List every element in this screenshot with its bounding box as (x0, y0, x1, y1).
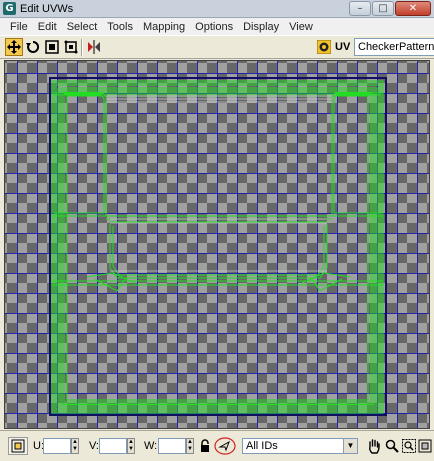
show-map-icon (317, 40, 331, 54)
chevron-down-icon: ▼ (343, 439, 357, 453)
texture-dropdown[interactable]: CheckerPattern ( C (354, 38, 434, 56)
menu-file[interactable]: File (5, 21, 33, 33)
menu-edit[interactable]: Edit (33, 21, 62, 33)
title-bar: G Edit UVWs – □ ✕ (0, 0, 434, 18)
close-button[interactable]: ✕ (395, 1, 431, 16)
show-map-button[interactable] (315, 38, 333, 56)
absolute-offset-icon (11, 439, 25, 453)
u-field[interactable] (43, 438, 71, 454)
menu-select[interactable]: Select (62, 21, 103, 33)
window-title: Edit UVWs (20, 2, 74, 15)
bottom-panel: U: ▲ ▼ V: ▲ ▼ W: ▲ ▼ All IDs ▼ (0, 430, 434, 461)
lock-button[interactable] (199, 437, 211, 455)
uv-wireframe-overlay (5, 61, 429, 428)
v-label: V: (89, 440, 99, 452)
app-icon: G (3, 2, 16, 15)
w-label: W: (144, 440, 158, 452)
scale-tool-button[interactable] (43, 38, 61, 56)
minimize-button[interactable]: – (349, 1, 371, 16)
transform-mode-icon (214, 437, 236, 455)
pan-hand-icon (369, 439, 380, 454)
rotate-icon (26, 40, 40, 53)
material-ids-dropdown[interactable]: All IDs ▼ (242, 438, 358, 454)
menu-bar: File Edit Select Tools Mapping Options D… (0, 18, 434, 35)
w-field[interactable] (158, 438, 186, 454)
zoom-extents-icon (418, 439, 432, 453)
scale-icon (45, 40, 59, 54)
rotate-tool-button[interactable] (24, 38, 42, 56)
zoom-extents-button[interactable] (417, 437, 433, 455)
toolbar: UV CheckerPattern ( C (0, 35, 434, 59)
material-ids-value: All IDs (246, 440, 278, 452)
pan-button[interactable] (365, 437, 383, 455)
zoom-region-button[interactable] (401, 437, 417, 455)
transform-mode-button[interactable] (214, 437, 236, 455)
freeform-icon (64, 40, 78, 54)
lock-icon (201, 439, 209, 452)
uv-editor-viewport[interactable] (4, 60, 430, 429)
absolute-offset-button[interactable] (8, 437, 28, 455)
menu-view[interactable]: View (284, 21, 318, 33)
freeform-tool-button[interactable] (62, 38, 80, 56)
menu-mapping[interactable]: Mapping (138, 21, 190, 33)
move-icon (7, 40, 21, 54)
mirror-icon (88, 40, 100, 54)
maximize-button[interactable]: □ (372, 1, 394, 16)
zoom-button[interactable] (384, 437, 400, 455)
mirror-tool-button[interactable] (85, 38, 103, 56)
w-spinner[interactable]: ▲ ▼ (186, 438, 194, 454)
u-spinner[interactable]: ▲ ▼ (71, 438, 79, 454)
zoom-region-icon (402, 439, 416, 453)
v-field[interactable] (99, 438, 127, 454)
uv-shell-thin-lines (106, 95, 332, 272)
menu-options[interactable]: Options (190, 21, 238, 33)
move-tool-button[interactable] (5, 38, 23, 56)
menu-tools[interactable]: Tools (102, 21, 138, 33)
zoom-icon (385, 439, 399, 453)
toolbar-separator (81, 39, 83, 56)
uv-label: UV (335, 41, 351, 53)
menu-display[interactable]: Display (238, 21, 284, 33)
v-spinner[interactable]: ▲ ▼ (127, 438, 135, 454)
uv-grid (5, 61, 429, 428)
